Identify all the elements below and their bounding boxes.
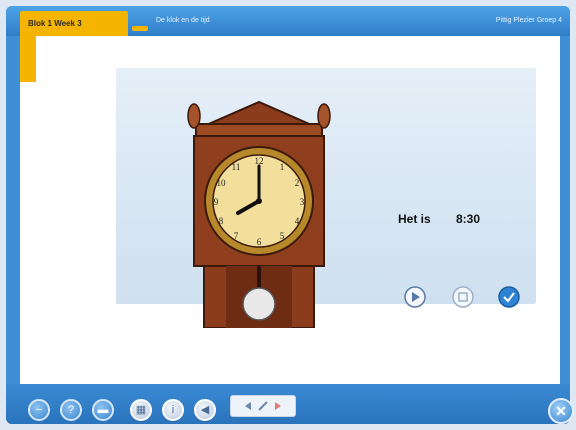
svg-text:5: 5 — [280, 231, 285, 241]
left-finial — [187, 103, 201, 129]
svg-text:6: 6 — [257, 237, 262, 247]
grandfather-clock-illustration: 1212 345 678 91011 — [187, 100, 331, 328]
svg-text:7: 7 — [234, 231, 239, 241]
svg-text:9: 9 — [214, 197, 219, 207]
keyboard-icon[interactable]: ▬ — [92, 399, 114, 421]
time-answer: 8:30 — [456, 212, 481, 226]
help-icon[interactable]: ? — [60, 399, 82, 421]
clock-crown-base — [195, 123, 323, 137]
lesson-tab[interactable]: Blok 1 Week 3 — [20, 11, 128, 37]
info-icon[interactable]: i — [162, 399, 184, 421]
app-window: Blok 1 Week 3 De klok en de tijd Pittig … — [6, 6, 570, 424]
close-icon[interactable]: ✕ — [548, 398, 574, 424]
check-button[interactable] — [498, 286, 520, 308]
pendulum-bob — [242, 287, 276, 321]
stepper-arrows-icon — [245, 401, 281, 411]
minus-icon[interactable]: − — [28, 399, 50, 421]
svg-text:1: 1 — [280, 162, 285, 172]
grid-icon[interactable]: ▦ — [130, 399, 152, 421]
method-info: Pittig Plezier Groep 4 — [495, 17, 562, 24]
top-bar: Blok 1 Week 3 De klok en de tijd Pittig … — [6, 6, 570, 37]
play-button[interactable] — [404, 286, 426, 308]
right-finial — [317, 103, 331, 129]
sound-icon[interactable]: ◀ — [194, 399, 216, 421]
page-stepper[interactable] — [230, 395, 296, 417]
hand-pivot — [256, 198, 262, 204]
svg-text:4: 4 — [295, 216, 300, 226]
svg-text:3: 3 — [300, 197, 305, 207]
time-prompt: Het is — [398, 212, 431, 226]
topic-title: De klok en de tijd — [156, 17, 210, 24]
svg-text:2: 2 — [295, 178, 300, 188]
svg-text:10: 10 — [217, 178, 227, 188]
menu-handle[interactable] — [132, 26, 148, 31]
print-button[interactable] — [452, 286, 474, 308]
svg-text:11: 11 — [232, 162, 241, 172]
tab-accent — [20, 36, 36, 82]
clock-crown — [203, 100, 315, 127]
svg-text:8: 8 — [219, 216, 224, 226]
